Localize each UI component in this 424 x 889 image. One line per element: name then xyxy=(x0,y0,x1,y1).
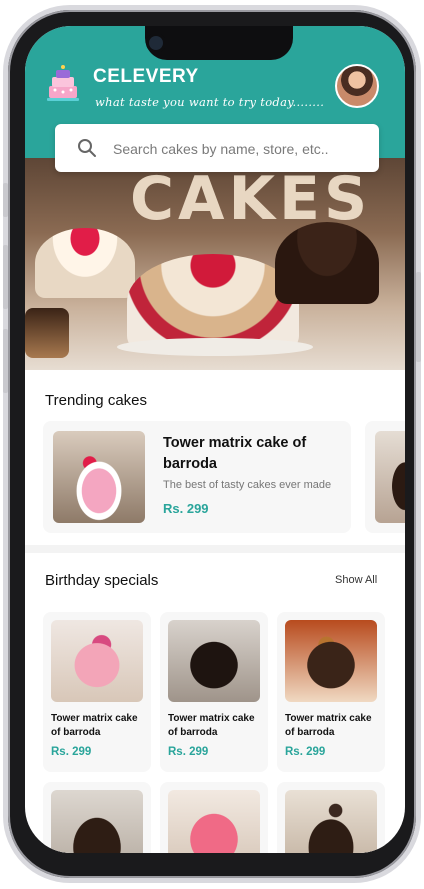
user-avatar[interactable] xyxy=(335,64,379,108)
cake-logo-icon xyxy=(47,65,79,101)
front-camera xyxy=(149,36,163,50)
hero-banner[interactable]: CAKES xyxy=(25,158,405,370)
birthday-card[interactable] xyxy=(43,782,151,853)
trending-cake-image xyxy=(375,431,405,523)
birthday-cake-image xyxy=(51,790,143,853)
birthday-card[interactable]: Tower matrix cake of barroda Rs. 299 xyxy=(160,612,268,772)
birthday-title: Birthday specials xyxy=(45,572,159,589)
birthday-cake-image xyxy=(285,620,377,702)
hero-cake-center xyxy=(127,254,299,350)
volume-down-button xyxy=(3,329,8,393)
birthday-cake-image xyxy=(168,790,260,853)
birthday-card[interactable]: Tower matrix cake of barroda Rs. 299 xyxy=(277,612,385,772)
hero-plate xyxy=(117,338,313,356)
volume-up-button xyxy=(3,245,8,309)
birthday-cake-image xyxy=(285,790,377,853)
tagline: what taste you want to try today........ xyxy=(95,95,325,109)
trending-card-next[interactable] xyxy=(365,421,405,533)
mute-switch xyxy=(3,183,8,217)
birthday-cake-image xyxy=(168,620,260,702)
birthday-cake-name: Tower matrix cake of barroda xyxy=(51,713,138,738)
search-icon xyxy=(78,139,96,157)
birthday-cake-price: Rs. 299 xyxy=(168,746,209,758)
notch xyxy=(145,26,293,60)
trending-title: Trending cakes xyxy=(45,392,147,409)
birthday-card[interactable] xyxy=(160,782,268,853)
birthday-cake-name: Tower matrix cake of barroda xyxy=(168,713,255,738)
app-screen: CELEVERY what taste you want to try toda… xyxy=(25,26,405,853)
trending-cake-description: The best of tasty cakes ever made xyxy=(163,479,332,491)
hero-cake-right xyxy=(275,222,379,304)
trending-cake-image xyxy=(53,431,145,523)
birthday-cake-name: Tower matrix cake of barroda xyxy=(285,713,372,738)
hero-cake-corner xyxy=(25,308,69,358)
birthday-card[interactable]: Tower matrix cake of barroda Rs. 299 xyxy=(43,612,151,772)
trending-card[interactable]: Tower matrix cake of barroda The best of… xyxy=(43,421,351,533)
birthday-cake-price: Rs. 299 xyxy=(285,746,326,758)
birthday-cake-image xyxy=(51,620,143,702)
show-all-link[interactable]: Show All xyxy=(335,574,377,586)
trending-cake-name: Tower matrix cake of barroda xyxy=(163,435,307,472)
section-divider xyxy=(25,545,405,553)
brand-name: CELEVERY xyxy=(93,66,199,87)
hero-cake-left xyxy=(35,228,135,298)
trending-cake-price: Rs. 299 xyxy=(163,501,209,516)
search-bar[interactable] xyxy=(55,124,379,172)
birthday-cake-price: Rs. 299 xyxy=(51,746,92,758)
birthday-card[interactable] xyxy=(277,782,385,853)
power-button xyxy=(416,272,421,362)
search-input[interactable] xyxy=(111,134,365,164)
